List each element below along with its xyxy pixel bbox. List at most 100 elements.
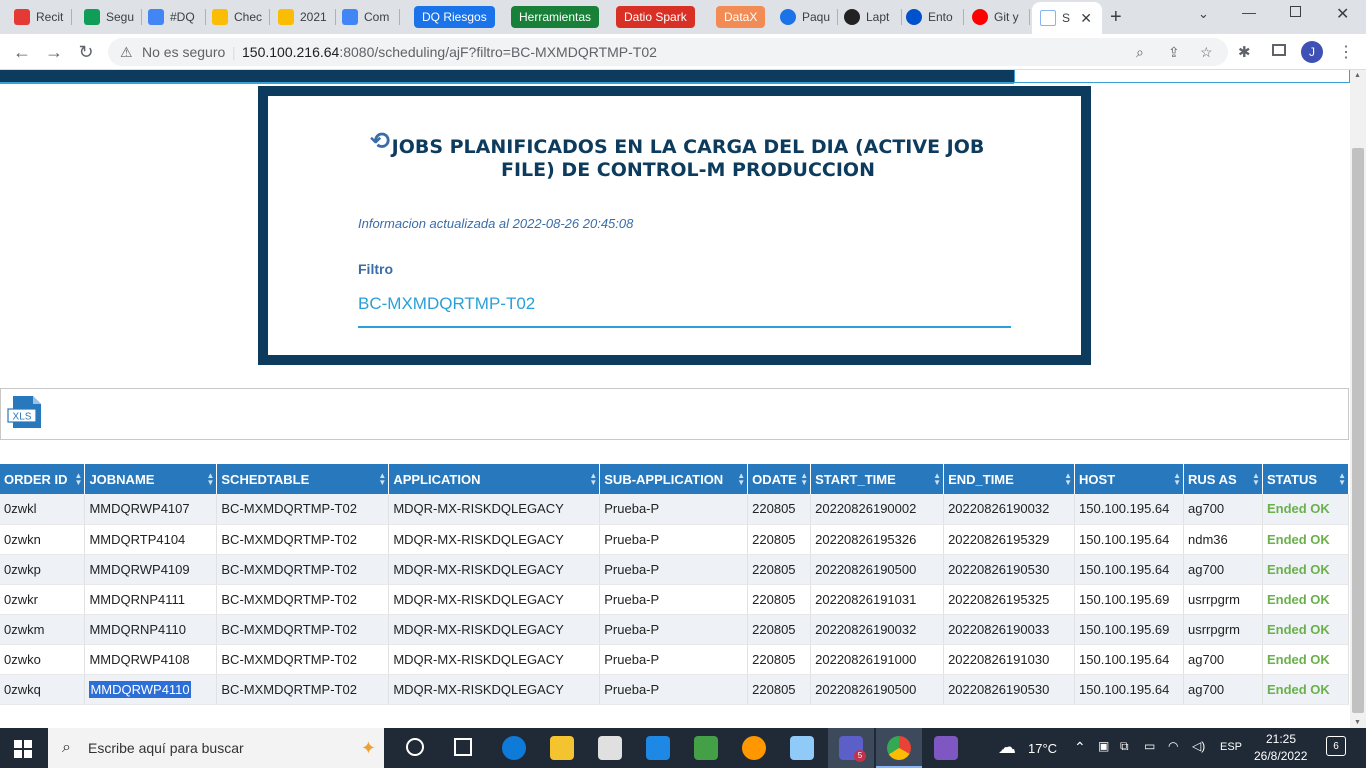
- xls-export-icon[interactable]: XLS: [7, 395, 45, 429]
- widgets-icon[interactable]: [454, 738, 472, 756]
- browser-tab[interactable]: Lapt: [840, 4, 902, 30]
- menu-icon[interactable]: ⋮: [1338, 42, 1354, 62]
- bookmark-star-icon[interactable]: ☆: [1200, 38, 1213, 66]
- table-row[interactable]: 0zwkm MMDQRNP4110 BC-MXMDQRTMP-T02 MDQR-MX-…: [0, 614, 1350, 645]
- browser-tab[interactable]: Recit: [10, 4, 72, 30]
- chevron-up-icon[interactable]: ⌃: [1074, 739, 1086, 756]
- table-cell: 20220826190032: [943, 494, 1076, 525]
- extensions-icon[interactable]: ✱: [1238, 43, 1251, 61]
- bookmark-group[interactable]: Herramientas: [511, 6, 600, 28]
- url-field[interactable]: ⚠ No es seguro | 150.100.216.64:8080/sch…: [108, 38, 1228, 66]
- browser-tab[interactable]: 2021: [274, 4, 336, 30]
- scrollbar-thumb[interactable]: [1352, 148, 1364, 713]
- column-header[interactable]: END_TIME ▲ ▼: [943, 464, 1076, 494]
- browser-tab[interactable]: Com: [338, 4, 400, 30]
- table-row[interactable]: 0zwko MMDQRWP4108 BC-MXMDQRTMP-T02 MDQR-MX-…: [0, 644, 1350, 675]
- browser-tab[interactable]: Git y: [968, 4, 1030, 30]
- filter-input[interactable]: BC-MXMDQRTMP-T02: [358, 294, 1011, 328]
- sort-icon[interactable]: ▲ ▼: [75, 472, 83, 487]
- table-cell: 0zwkl: [0, 494, 86, 525]
- app-icon[interactable]: [934, 736, 958, 760]
- scroll-down-icon[interactable]: ▼: [1354, 719, 1361, 726]
- column-header[interactable]: ORDER ID ▲ ▼: [0, 464, 86, 494]
- column-header[interactable]: RUS AS ▲ ▼: [1183, 464, 1263, 494]
- table-cell: 20220826190530: [943, 674, 1076, 705]
- notes-icon[interactable]: [790, 736, 814, 760]
- clock-date[interactable]: 26/8/2022: [1254, 749, 1307, 763]
- forward-icon[interactable]: →: [44, 42, 64, 62]
- column-header[interactable]: STATUS ▲ ▼: [1262, 464, 1350, 494]
- browser-tab[interactable]: Ento: [902, 4, 964, 30]
- cell-text: MDQR-MX-RISKDQLEGACY: [393, 531, 564, 547]
- reload-icon[interactable]: ↻: [76, 42, 96, 62]
- sort-icon[interactable]: ▲ ▼: [1173, 472, 1181, 487]
- clock-time[interactable]: 21:25: [1266, 732, 1296, 746]
- sort-icon[interactable]: ▲ ▼: [206, 472, 214, 487]
- column-header[interactable]: ODATE ▲ ▼: [747, 464, 812, 494]
- notifications-icon[interactable]: 6: [1326, 736, 1346, 756]
- chart-app-icon[interactable]: [694, 736, 718, 760]
- column-header[interactable]: JOBNAME ▲ ▼: [84, 464, 218, 494]
- column-header[interactable]: APPLICATION ▲ ▼: [388, 464, 601, 494]
- file-explorer-icon[interactable]: [550, 736, 574, 760]
- volume-icon[interactable]: ◁): [1192, 739, 1205, 753]
- bookmark-group[interactable]: Datio Spark: [616, 6, 695, 28]
- tab-active[interactable]: S ✕: [1032, 2, 1102, 34]
- mail-icon[interactable]: [646, 736, 670, 760]
- sort-icon[interactable]: ▲ ▼: [1252, 472, 1260, 487]
- temperature[interactable]: 17°C: [1028, 741, 1057, 756]
- table-row[interactable]: 0zwkl MMDQRWP4107 BC-MXMDQRTMP-T02 MDQR-MX-…: [0, 494, 1350, 525]
- bookmark-group[interactable]: DataX: [716, 6, 766, 28]
- column-header[interactable]: START_TIME ▲ ▼: [810, 464, 945, 494]
- zoom-icon[interactable]: ⌕: [1136, 38, 1144, 66]
- taskbar-search-input[interactable]: ⌕ Escribe aquí para buscar ✦: [48, 728, 384, 768]
- browser-tab[interactable]: Segu: [80, 4, 142, 30]
- cell-text: MDQR-MX-RISKDQLEGACY: [393, 501, 564, 517]
- sort-icon[interactable]: ▲ ▼: [737, 472, 745, 487]
- table-row[interactable]: 0zwkp MMDQRWP4109 BC-MXMDQRTMP-T02 MDQR-MX-…: [0, 554, 1350, 585]
- restore-button[interactable]: [1290, 6, 1301, 17]
- profile-avatar[interactable]: J: [1301, 41, 1323, 63]
- tab-search-icon[interactable]: ⌄: [1198, 6, 1209, 22]
- store-icon[interactable]: [598, 736, 622, 760]
- cell-text: 0zwkl: [4, 501, 37, 517]
- wifi-icon[interactable]: ◠: [1168, 739, 1178, 753]
- table-row[interactable]: 0zwkq MMDQRWP4110 BC-MXMDQRTMP-T02 MDQR-MX-…: [0, 674, 1350, 705]
- table-row[interactable]: 0zwkr MMDQRNP4111 BC-MXMDQRTMP-T02 MDQR-MX-…: [0, 584, 1350, 615]
- tray-icon-1[interactable]: ▣: [1098, 739, 1109, 753]
- battery-icon[interactable]: ▭: [1144, 739, 1155, 753]
- browser-tab[interactable]: Chec: [208, 4, 270, 30]
- table-row[interactable]: 0zwkn MMDQRTP4104 BC-MXMDQRTMP-T02 MDQR-MX-…: [0, 524, 1350, 555]
- edge-icon[interactable]: [502, 736, 526, 760]
- minimize-button[interactable]: —: [1242, 4, 1256, 20]
- close-window-button[interactable]: ✕: [1336, 4, 1349, 24]
- sort-icon[interactable]: ▲ ▼: [800, 472, 808, 487]
- scrollbar[interactable]: ▲ ▼: [1350, 70, 1366, 728]
- browser-tab[interactable]: #DQ: [144, 4, 206, 30]
- scroll-up-icon[interactable]: ▲: [1354, 72, 1361, 79]
- share-icon[interactable]: ⇪: [1168, 38, 1180, 66]
- language-label[interactable]: ESP: [1220, 741, 1242, 753]
- side-panel-icon[interactable]: [1272, 44, 1286, 56]
- cell-text: ag700: [1188, 681, 1225, 697]
- sort-icon[interactable]: ▲ ▼: [933, 472, 941, 487]
- paint-icon[interactable]: [742, 736, 766, 760]
- tray-icon-2[interactable]: ⧉: [1120, 739, 1129, 754]
- column-header[interactable]: HOST ▲ ▼: [1074, 464, 1184, 494]
- windows-start-icon[interactable]: [14, 740, 32, 758]
- teams-taskbar-button[interactable]: 5: [828, 728, 874, 768]
- bookmark-group[interactable]: DQ Riesgos: [414, 6, 495, 28]
- close-tab-icon[interactable]: ✕: [1080, 10, 1092, 27]
- browser-tab[interactable]: Paqu: [776, 4, 838, 30]
- new-tab-button[interactable]: +: [1110, 6, 1122, 29]
- weather-icon[interactable]: ☁: [998, 737, 1016, 758]
- task-view-icon[interactable]: [406, 738, 424, 756]
- back-icon[interactable]: ←: [12, 42, 32, 62]
- column-header[interactable]: SUB-APPLICATION ▲ ▼: [599, 464, 749, 494]
- sort-icon[interactable]: ▲ ▼: [1064, 472, 1072, 487]
- sort-icon[interactable]: ▲ ▼: [1338, 472, 1346, 487]
- sort-icon[interactable]: ▲ ▼: [589, 472, 597, 487]
- sort-icon[interactable]: ▲ ▼: [378, 472, 386, 487]
- column-header[interactable]: SCHEDTABLE ▲ ▼: [216, 464, 390, 494]
- chrome-taskbar-button[interactable]: [876, 728, 922, 768]
